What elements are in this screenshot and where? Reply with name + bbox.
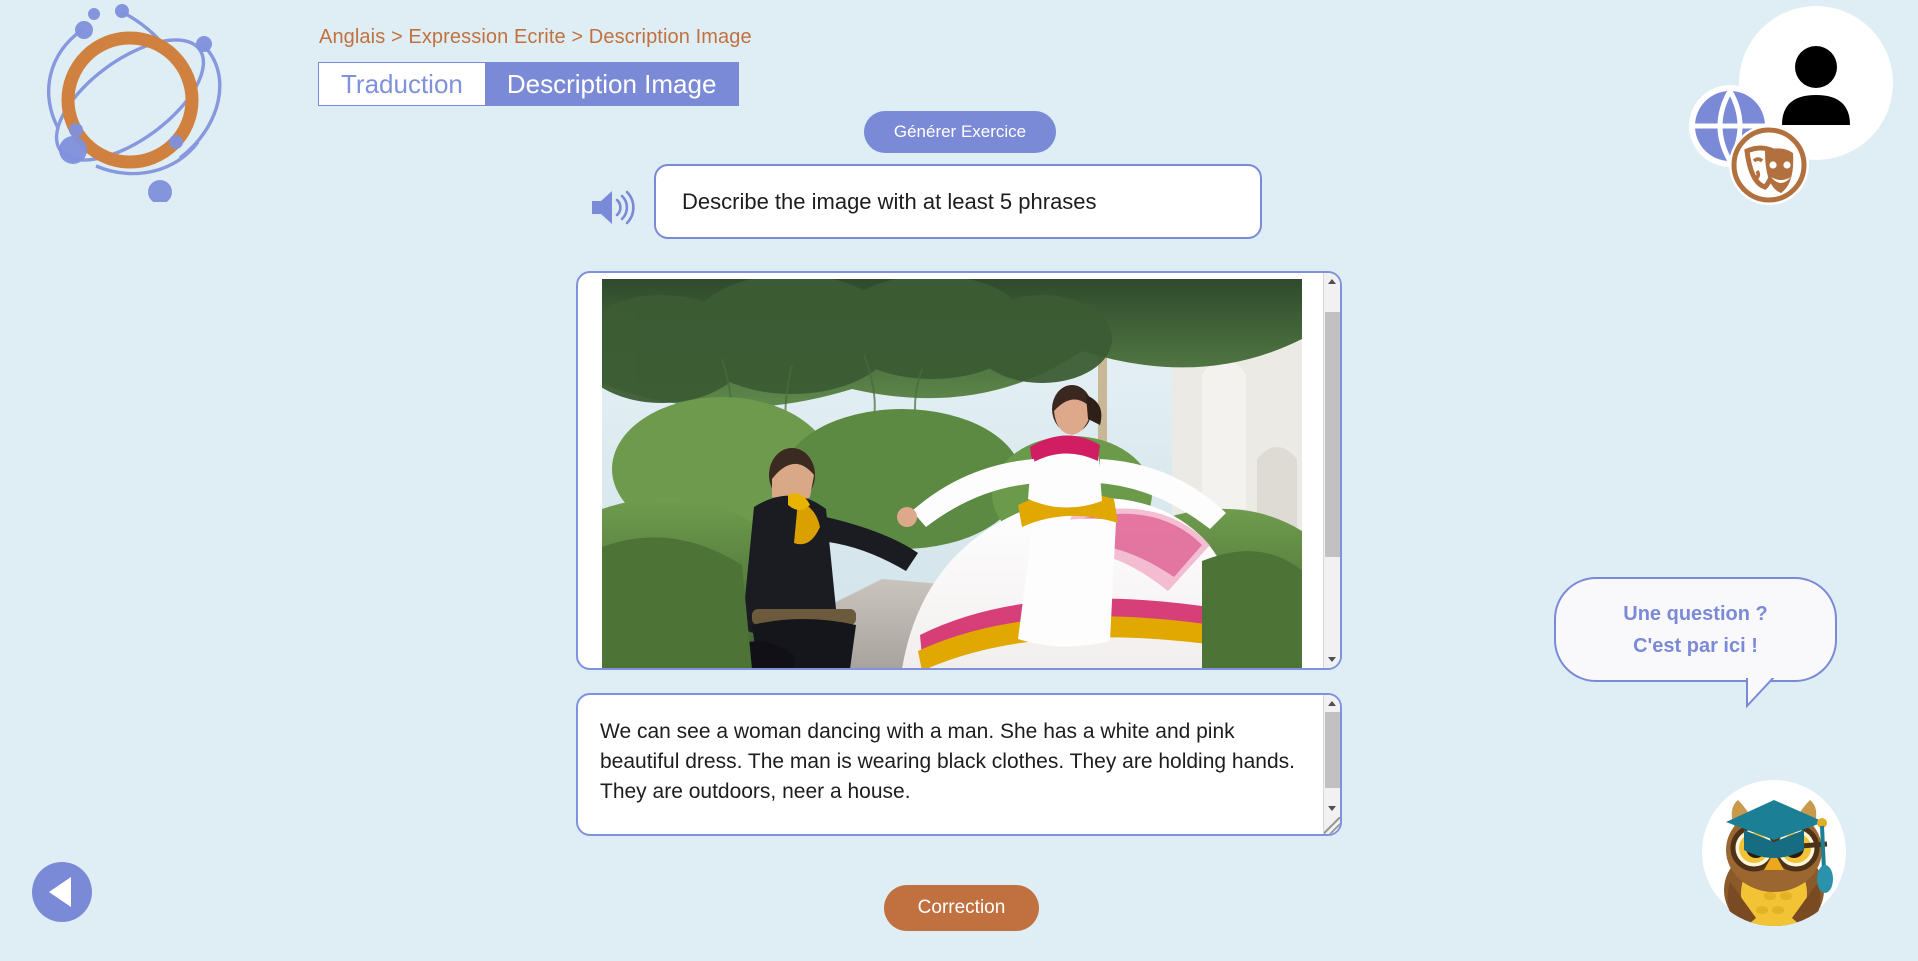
- image-scroll-thumb[interactable]: [1325, 312, 1340, 557]
- exercise-photo: [602, 279, 1302, 668]
- app-root: Anglais > Expression Ecrite > Descriptio…: [0, 0, 1918, 961]
- tab-description-image[interactable]: Description Image: [484, 63, 739, 105]
- image-scroll-track[interactable]: [1324, 290, 1340, 651]
- answer-scroll-up-icon[interactable]: [1323, 695, 1340, 712]
- back-arrow-icon: [48, 877, 71, 907]
- answer-textarea-wrapper: We can see a woman dancing with a man. S…: [576, 693, 1342, 836]
- atom-logo: [18, 2, 240, 204]
- instruction-text: Describe the image with at least 5 phras…: [682, 188, 1097, 214]
- breadcrumb[interactable]: Anglais > Expression Ecrite > Descriptio…: [319, 26, 752, 49]
- help-bubble-tail: [1745, 674, 1781, 712]
- exercise-image-panel: [576, 271, 1342, 670]
- help-line-1: Une question ?: [1623, 602, 1768, 625]
- textarea-resize-handle[interactable]: [1323, 817, 1340, 834]
- answer-scroll-track[interactable]: [1324, 712, 1340, 800]
- answer-textarea[interactable]: We can see a woman dancing with a man. S…: [578, 695, 1323, 834]
- answer-scroll-thumb[interactable]: [1325, 712, 1340, 788]
- exercise-tabs: Traduction Description Image: [318, 62, 740, 106]
- answer-scroll-down-icon[interactable]: [1323, 800, 1340, 817]
- help-line-2: C'est par ici !: [1633, 634, 1758, 657]
- help-bubble[interactable]: Une question ? C'est par ici !: [1554, 577, 1837, 682]
- instruction-box: Describe the image with at least 5 phras…: [654, 164, 1262, 239]
- user-avatar-icon: [1782, 46, 1850, 125]
- megaphone-icon[interactable]: [588, 186, 636, 228]
- generate-exercise-button[interactable]: Générer Exercice: [864, 111, 1056, 153]
- scroll-down-icon[interactable]: [1323, 651, 1340, 668]
- owl-graduate-icon[interactable]: [1700, 778, 1848, 926]
- theater-masks-icon[interactable]: [1727, 123, 1811, 207]
- image-scroll-area[interactable]: [578, 273, 1323, 668]
- image-panel-scrollbar[interactable]: [1323, 273, 1340, 668]
- correction-button[interactable]: Correction: [884, 885, 1039, 931]
- tab-traduction[interactable]: Traduction: [319, 63, 485, 105]
- scroll-up-icon[interactable]: [1323, 273, 1340, 290]
- answer-scrollbar[interactable]: [1323, 695, 1340, 834]
- back-button[interactable]: [32, 862, 92, 922]
